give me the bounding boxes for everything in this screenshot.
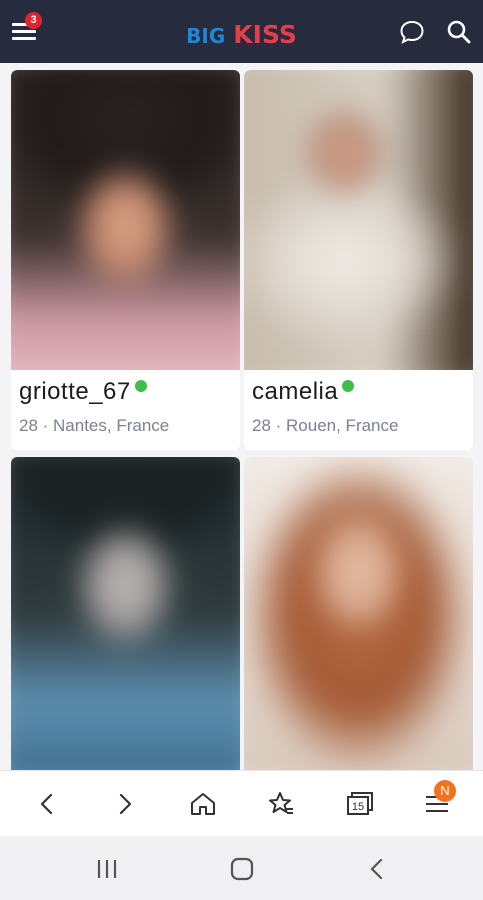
big-kiss-logo[interactable]: BIG KISS [186, 20, 297, 49]
logo-kiss-text: KISS [233, 20, 297, 49]
profile-username[interactable]: camelia [252, 378, 355, 406]
tabs-icon[interactable]: 15 [340, 785, 378, 823]
system-navigation-bar [0, 836, 483, 900]
profile-age-location: 28 · Rouen, France [252, 416, 399, 435]
tabs-count: 15 [352, 801, 364, 813]
back-arrow-icon[interactable] [28, 785, 66, 823]
browser-toolbar: 15 N [0, 770, 483, 837]
profile-age-location: 28 · Nantes, France [19, 416, 170, 435]
profile-photo[interactable] [11, 70, 240, 370]
profile-grid: griotte_67 28 · Nantes, France camelia 2… [0, 63, 483, 770]
browser-menu-badge: N [434, 780, 456, 802]
profile-card[interactable]: griotte_67 28 · Nantes, France [11, 70, 240, 450]
recent-apps-icon[interactable] [92, 854, 122, 884]
logo-big-text: BIG [186, 24, 226, 48]
profile-card[interactable] [11, 457, 240, 770]
search-icon[interactable] [445, 18, 473, 46]
app-header: 3 BIG KISS [0, 0, 483, 63]
profile-card[interactable]: camelia 28 · Rouen, France [244, 70, 473, 450]
online-status-dot [342, 380, 355, 392]
profile-card[interactable] [244, 457, 473, 770]
chat-bubble-icon[interactable] [398, 18, 426, 46]
back-chevron-icon[interactable] [362, 854, 392, 884]
notification-badge: 3 [25, 12, 42, 29]
profile-photo[interactable] [11, 457, 240, 770]
profile-photo[interactable] [244, 457, 473, 770]
forward-arrow-icon[interactable] [106, 785, 144, 823]
profile-photo[interactable] [244, 70, 473, 370]
home-circle-icon[interactable] [227, 854, 257, 884]
bookmarks-star-icon[interactable] [262, 785, 300, 823]
online-status-dot [134, 380, 147, 392]
home-icon[interactable] [184, 785, 222, 823]
profile-username[interactable]: griotte_67 [19, 378, 147, 406]
